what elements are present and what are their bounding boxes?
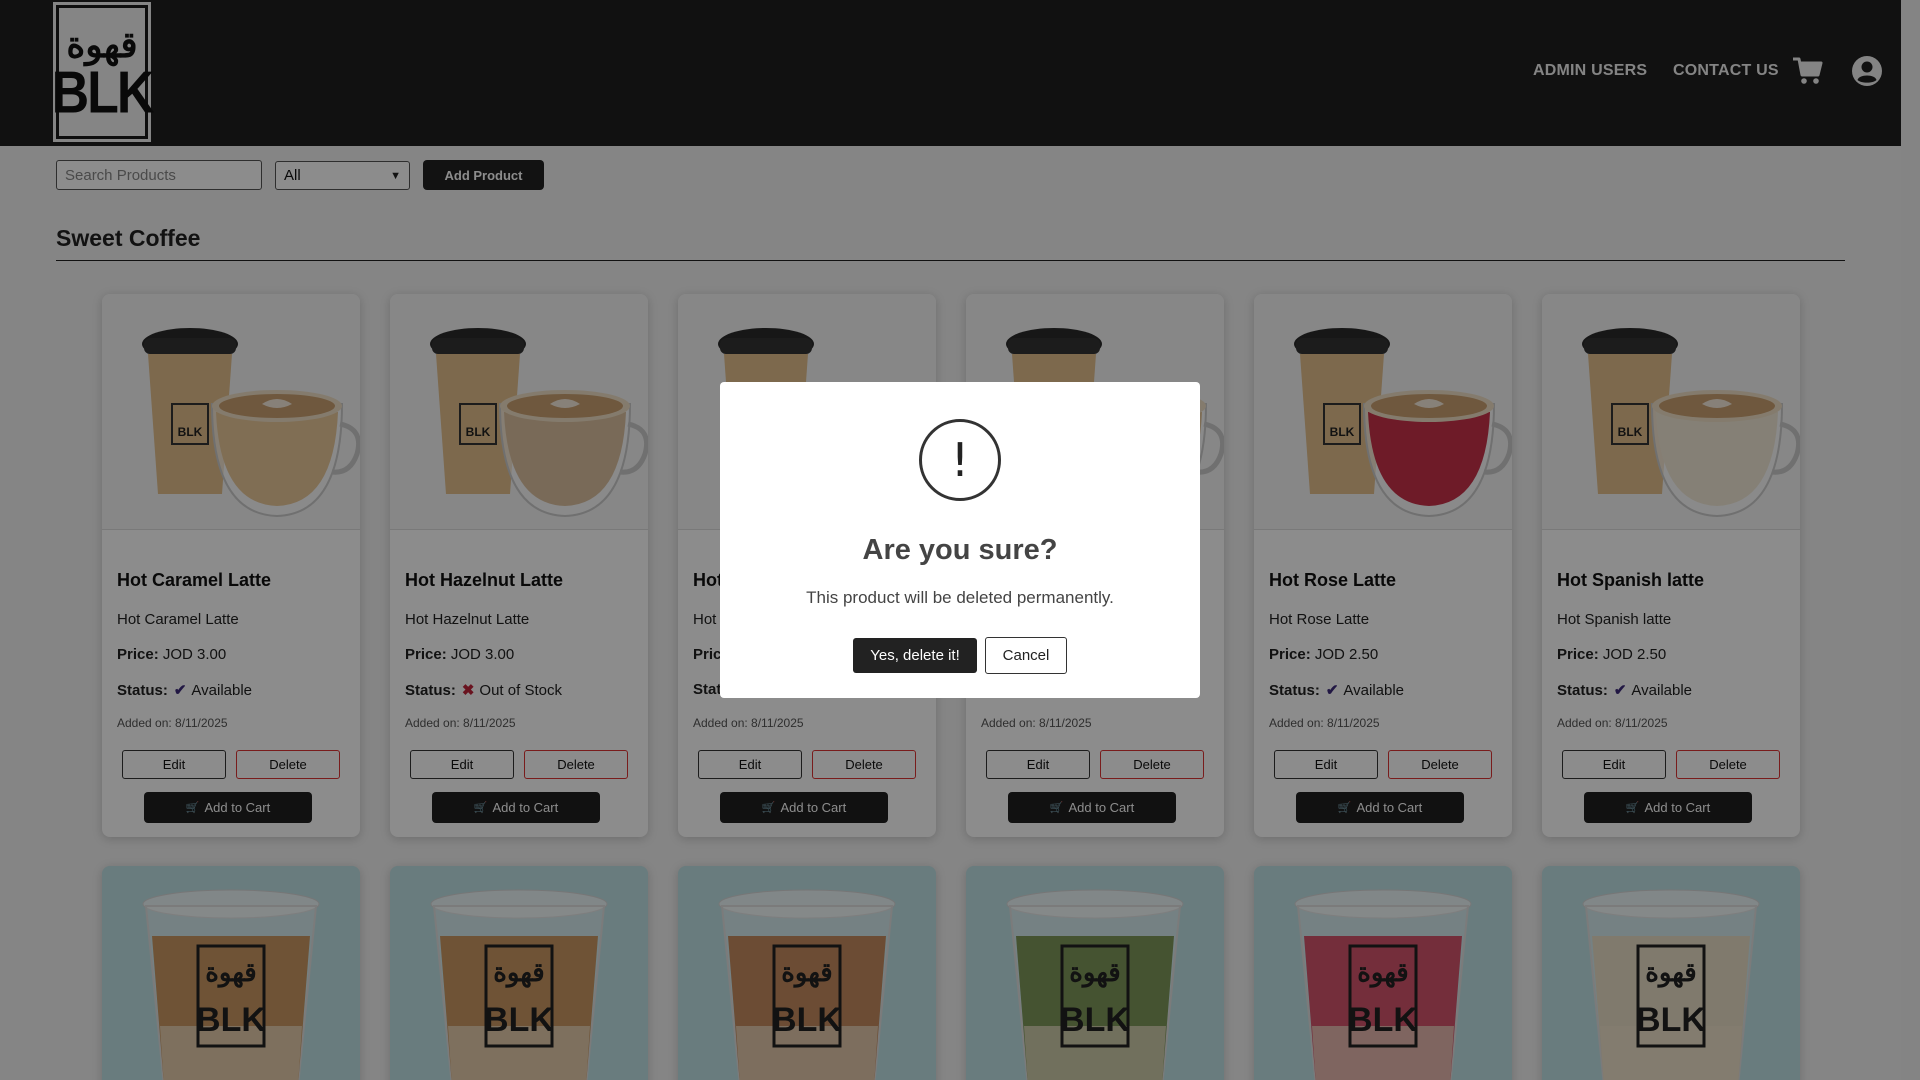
cancel-button[interactable]: Cancel (985, 637, 1067, 674)
exclamation-circle-icon: ! (919, 419, 1001, 501)
confirm-delete-button[interactable]: Yes, delete it! (853, 638, 977, 673)
dialog-message: This product will be deleted permanently… (806, 588, 1114, 607)
dialog-title: Are you sure? (862, 534, 1058, 566)
confirm-delete-dialog: ! Are you sure? This product will be del… (720, 382, 1200, 698)
